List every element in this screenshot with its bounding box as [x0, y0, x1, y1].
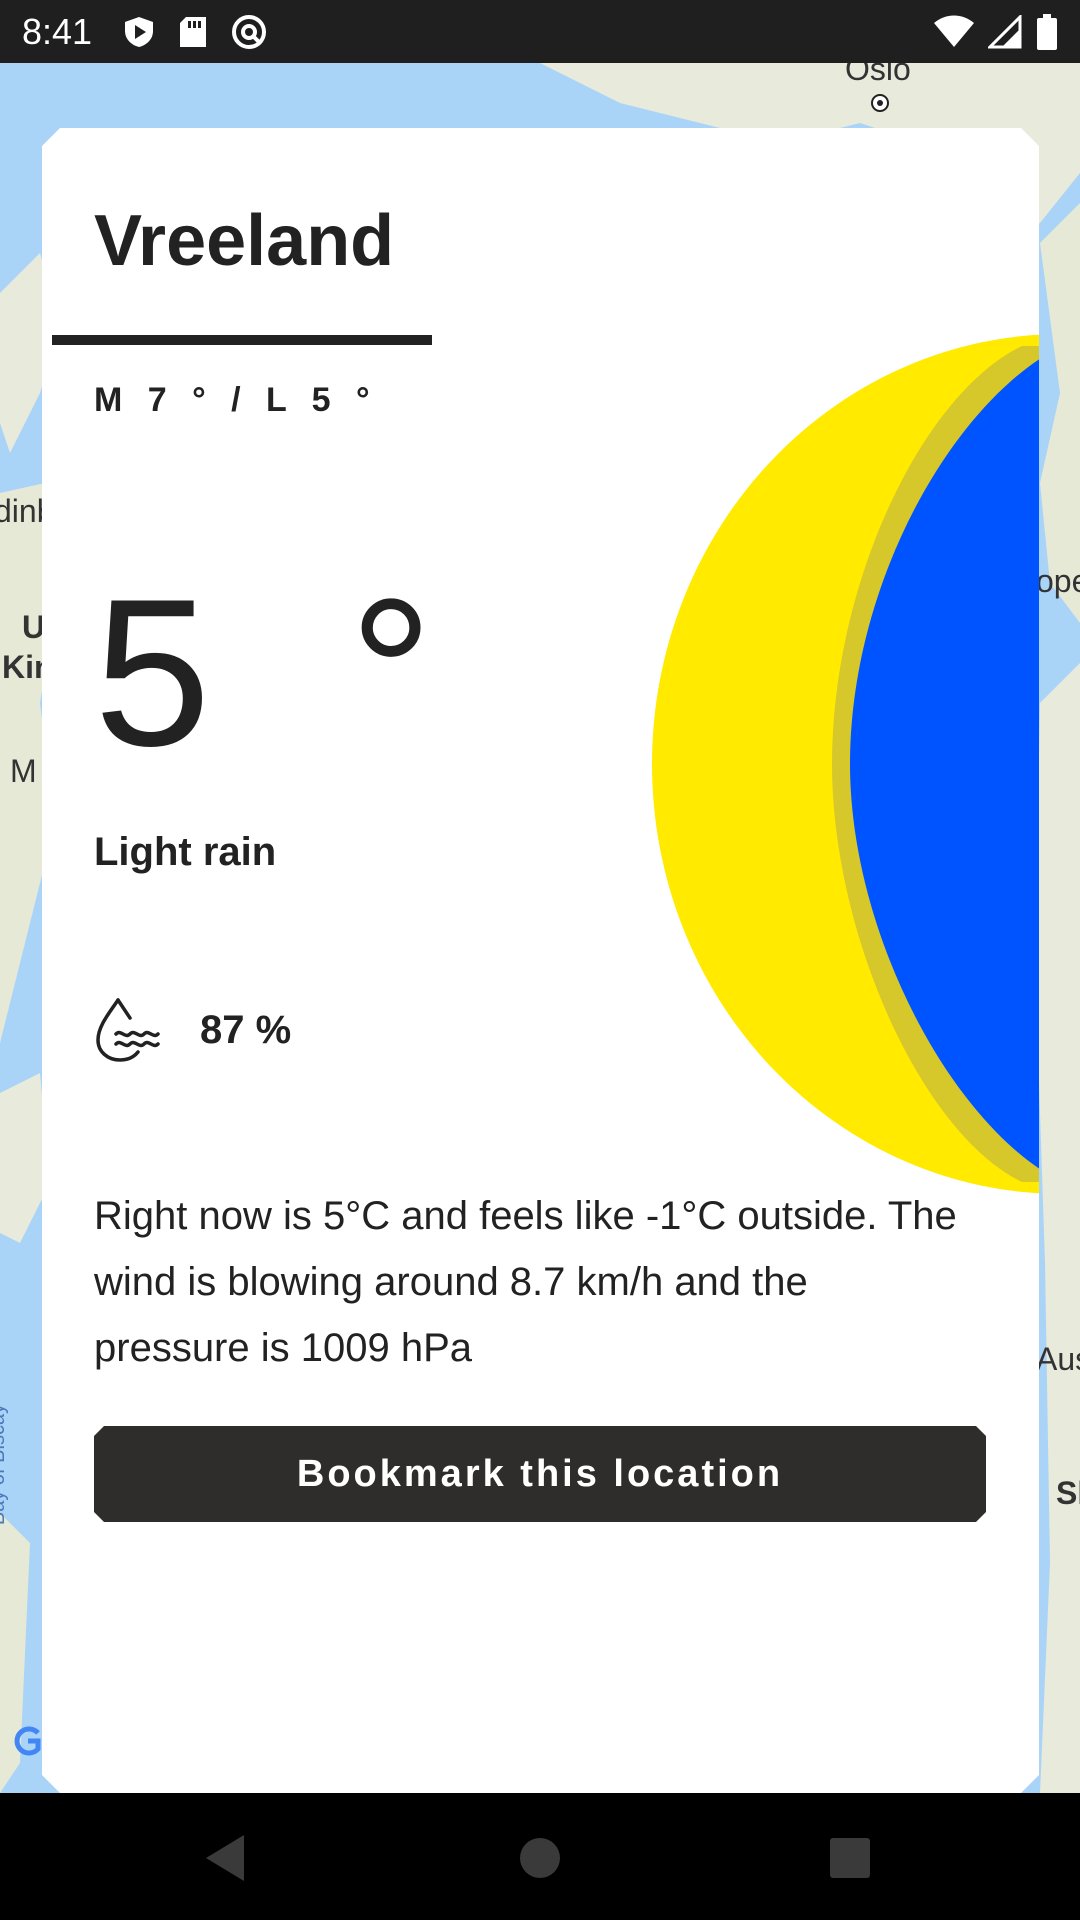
map-label-uk-u: U — [22, 609, 46, 645]
status-bar: 8:41 — [0, 0, 1080, 63]
cell-signal-icon — [988, 14, 1022, 48]
recents-icon[interactable] — [815, 1823, 885, 1893]
battery-icon — [1037, 13, 1057, 50]
city-name: Vreeland — [94, 201, 395, 281]
map-label-m: M — [10, 753, 37, 789]
navigation-bar — [0, 1793, 1080, 1920]
humidity-icon — [96, 998, 160, 1062]
status-time: 8:41 — [22, 10, 93, 52]
humidity-value: 87 % — [200, 1008, 292, 1052]
back-icon[interactable] — [190, 1823, 260, 1893]
vpn-icon — [232, 14, 267, 49]
status-icons-left — [122, 13, 268, 51]
current-temperature: 5 ° — [94, 555, 474, 790]
weather-description: Right now is 5°C and feels like -1°C out… — [94, 1194, 957, 1370]
status-icons-right — [934, 13, 1058, 50]
high-low-temperature: M 7 ° / L 5 ° — [94, 381, 378, 419]
weather-condition: Light rain — [94, 830, 277, 874]
map-label-oslo: Oslo — [845, 63, 911, 87]
map-label-sl: Sl — [1056, 1475, 1080, 1511]
wifi-icon — [934, 15, 974, 47]
city-underline — [52, 335, 432, 345]
sd-card-icon — [180, 16, 207, 47]
bookmark-location-button[interactable]: Bookmark this location — [94, 1426, 986, 1522]
home-icon[interactable] — [505, 1823, 575, 1893]
google-logo-icon — [14, 1726, 41, 1756]
map-label-bay-of-biscay: Bay of Biscay — [0, 1403, 10, 1526]
play-protect-icon — [125, 16, 154, 47]
weather-card: Vreeland M 7 ° / L 5 ° 5 ° Light rain 87… — [42, 128, 1039, 1793]
moon-phase-icon — [652, 334, 1039, 1194]
map-label-austria: Aus — [1036, 1341, 1080, 1377]
map-label-copenhagen: ope — [1036, 563, 1080, 599]
map-pin-oslo — [871, 94, 889, 112]
